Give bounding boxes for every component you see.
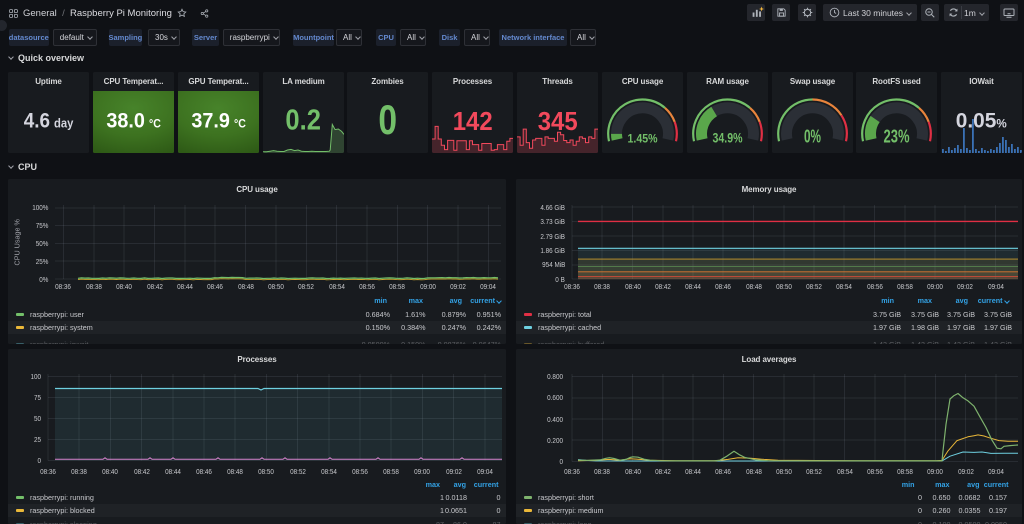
svg-text:34.9%: 34.9%: [713, 130, 743, 145]
svg-text:0%: 0%: [804, 126, 821, 146]
svg-text:1.45%: 1.45%: [628, 131, 658, 145]
svg-text:23%: 23%: [884, 126, 910, 146]
